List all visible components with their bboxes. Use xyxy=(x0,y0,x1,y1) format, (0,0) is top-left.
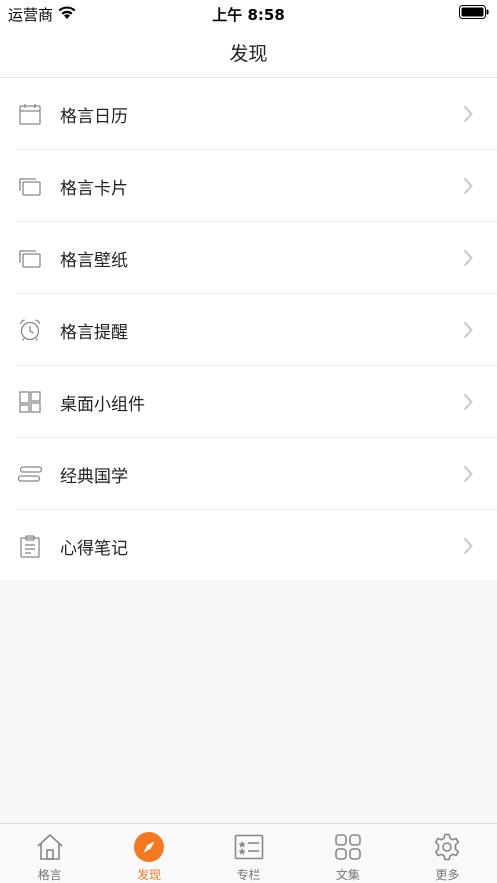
grid-squares-icon xyxy=(335,834,361,860)
home-icon xyxy=(37,833,63,860)
tab-discover[interactable]: 发现 xyxy=(99,824,198,883)
tab-bar: 格言 发现 专栏 文集 更多 xyxy=(0,823,497,883)
menu-item-motto-calendar[interactable]: 格言日历 xyxy=(0,78,497,150)
wallpaper-icon xyxy=(19,250,41,268)
menu-item-label: 经典国学 xyxy=(60,467,128,487)
chevron-right-icon xyxy=(463,249,473,267)
tab-label: 更多 xyxy=(435,868,460,882)
tab-more[interactable]: 更多 xyxy=(398,824,497,883)
chevron-right-icon xyxy=(463,537,473,555)
tab-label: 发现 xyxy=(137,868,162,882)
menu-item-label: 桌面小组件 xyxy=(60,395,145,415)
menu-item-label: 格言卡片 xyxy=(60,179,128,199)
tab-label: 格言 xyxy=(37,868,62,882)
nav-bar: 发现 xyxy=(0,26,497,78)
tab-column[interactable]: 专栏 xyxy=(199,824,298,883)
cards-icon xyxy=(19,178,41,196)
menu-item-motto-reminder[interactable]: 格言提醒 xyxy=(0,294,497,366)
status-time: 上午 8:58 xyxy=(212,6,285,24)
menu-item-label: 格言日历 xyxy=(60,107,128,127)
column-card-icon xyxy=(234,834,263,860)
calendar-icon xyxy=(19,104,41,125)
tab-motto[interactable]: 格言 xyxy=(0,824,99,883)
chevron-right-icon xyxy=(463,465,473,483)
tab-label: 专栏 xyxy=(236,868,261,882)
scroll-icon xyxy=(18,466,42,482)
chevron-right-icon xyxy=(463,177,473,195)
discover-screen: 运营商 上午 8:58 发现 格言日历 格言卡片 格言壁纸 格言提醒 桌面小组件… xyxy=(0,0,497,883)
gear-icon xyxy=(435,833,460,861)
page-title: 发现 xyxy=(229,43,268,65)
menu-item-classic-studies[interactable]: 经典国学 xyxy=(0,438,497,510)
chevron-right-icon xyxy=(463,393,473,411)
battery-icon xyxy=(459,5,489,19)
compass-icon xyxy=(134,832,165,862)
menu-item-label: 心得笔记 xyxy=(60,539,128,559)
tab-collection[interactable]: 文集 xyxy=(298,824,397,883)
menu-item-reading-notes[interactable]: 心得笔记 xyxy=(0,510,497,582)
menu-item-motto-wallpaper[interactable]: 格言壁纸 xyxy=(0,222,497,294)
menu-item-label: 格言壁纸 xyxy=(60,251,128,271)
chevron-right-icon xyxy=(463,105,473,123)
chevron-right-icon xyxy=(463,321,473,339)
menu-item-desktop-widget[interactable]: 桌面小组件 xyxy=(0,366,497,438)
tab-label: 文集 xyxy=(335,868,360,882)
clipboard-icon xyxy=(20,535,40,558)
alarm-clock-icon xyxy=(19,319,41,341)
status-bar: 运营商 上午 8:58 xyxy=(0,0,497,26)
discover-menu-list: 格言日历 格言卡片 格言壁纸 格言提醒 桌面小组件 经典国学 心得笔记 xyxy=(0,78,497,580)
menu-item-label: 格言提醒 xyxy=(60,323,128,343)
widget-grid-icon xyxy=(19,391,41,413)
menu-item-motto-cards[interactable]: 格言卡片 xyxy=(0,150,497,222)
